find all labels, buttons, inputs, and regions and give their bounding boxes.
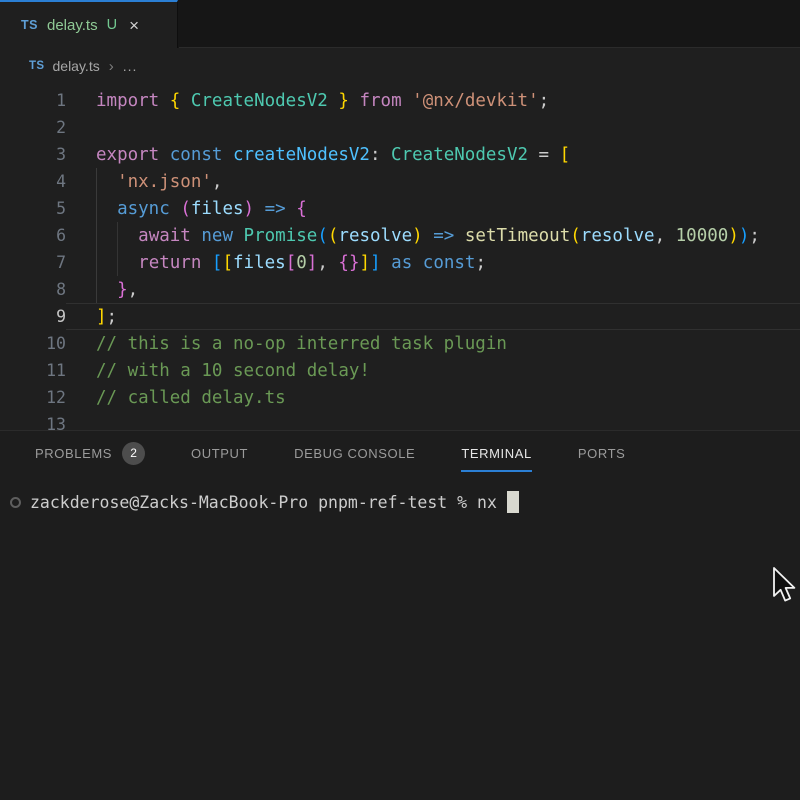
panel-tab-problems[interactable]: PROBLEMS 2	[35, 431, 145, 475]
code-line[interactable]: 2	[0, 114, 800, 141]
code-line[interactable]: 10// this is a no-op interred task plugi…	[0, 330, 800, 357]
code-text: },	[66, 280, 138, 300]
code-line[interactable]: 9];	[0, 303, 800, 330]
line-number: 8	[0, 280, 66, 299]
code-line[interactable]: 4 'nx.json',	[0, 168, 800, 195]
code-text: 'nx.json',	[66, 172, 222, 192]
typescript-file-icon: TS	[29, 60, 45, 72]
panel-tab-label: OUTPUT	[191, 446, 248, 461]
code-text: import { CreateNodesV2 } from '@nx/devki…	[66, 91, 549, 111]
editor-tab-bar: TS delay.ts U ×	[0, 0, 800, 48]
panel-tab-label: PORTS	[578, 446, 626, 461]
line-number: 11	[0, 361, 66, 380]
code-line[interactable]: 12// called delay.ts	[0, 384, 800, 411]
editor[interactable]: 1import { CreateNodesV2 } from '@nx/devk…	[0, 84, 800, 430]
panel-tab-ports[interactable]: PORTS	[578, 431, 626, 475]
code-text: async (files) => {	[66, 199, 307, 219]
code-line[interactable]: 1import { CreateNodesV2 } from '@nx/devk…	[0, 87, 800, 114]
code-line[interactable]: 3export const createNodesV2: CreateNodes…	[0, 141, 800, 168]
line-number: 6	[0, 226, 66, 245]
line-number: 13	[0, 415, 66, 430]
terminal-command-decoration-icon	[10, 497, 21, 508]
breadcrumb: TS delay.ts › ...	[0, 48, 800, 84]
line-number: 12	[0, 388, 66, 407]
code-text: ];	[66, 307, 117, 327]
bottom-panel: PROBLEMS 2 OUTPUT DEBUG CONSOLE TERMINAL PORT…	[0, 430, 800, 800]
problems-count-badge: 2	[122, 442, 145, 465]
code-text: return [[files[0], {}]] as const;	[66, 253, 486, 273]
code-line[interactable]: 6 await new Promise((resolve) => setTime…	[0, 222, 800, 249]
breadcrumb-symbol-ellipsis[interactable]: ...	[123, 58, 138, 74]
code-text: // with a 10 second delay!	[66, 361, 370, 381]
panel-tab-output[interactable]: OUTPUT	[191, 431, 248, 475]
breadcrumb-file[interactable]: delay.ts	[53, 58, 100, 74]
panel-tab-terminal[interactable]: TERMINAL	[461, 431, 532, 475]
code-text: // this is a no-op interred task plugin	[66, 334, 507, 354]
code-line[interactable]: 11// with a 10 second delay!	[0, 357, 800, 384]
line-number: 3	[0, 145, 66, 164]
close-icon[interactable]: ×	[129, 17, 139, 34]
panel-tab-debug-console[interactable]: DEBUG CONSOLE	[294, 431, 415, 475]
line-number: 9	[0, 307, 66, 326]
terminal[interactable]: zackderose@Zacks-MacBook-Pro pnpm-ref-te…	[0, 488, 800, 516]
tab-delay-ts[interactable]: TS delay.ts U ×	[0, 0, 178, 48]
panel-tab-bar: PROBLEMS 2 OUTPUT DEBUG CONSOLE TERMINAL PORT…	[0, 431, 800, 475]
terminal-cursor	[507, 491, 519, 513]
code-text: // called delay.ts	[66, 388, 286, 408]
code-line[interactable]: 7 return [[files[0], {}]] as const;	[0, 249, 800, 276]
line-number: 4	[0, 172, 66, 191]
terminal-prompt: zackderose@Zacks-MacBook-Pro pnpm-ref-te…	[30, 493, 497, 512]
line-number: 10	[0, 334, 66, 353]
typescript-file-icon: TS	[21, 18, 38, 32]
line-number: 7	[0, 253, 66, 272]
code-line[interactable]: 8 },	[0, 276, 800, 303]
panel-tab-label: PROBLEMS	[35, 446, 112, 461]
chevron-right-icon: ›	[109, 58, 114, 75]
code-line[interactable]: 13	[0, 411, 800, 430]
panel-tab-label: DEBUG CONSOLE	[294, 446, 415, 461]
git-untracked-badge: U	[107, 17, 117, 33]
line-number: 1	[0, 91, 66, 110]
line-number: 2	[0, 118, 66, 137]
panel-tab-label: TERMINAL	[461, 446, 532, 461]
line-number: 5	[0, 199, 66, 218]
code-line[interactable]: 5 async (files) => {	[0, 195, 800, 222]
tab-label: delay.ts	[47, 17, 98, 34]
code-text: await new Promise((resolve) => setTimeou…	[66, 226, 760, 246]
code-text: export const createNodesV2: CreateNodesV…	[66, 145, 570, 165]
vscode-window: { "colors": { "pink": "#c586c0", "blue":…	[0, 0, 800, 800]
